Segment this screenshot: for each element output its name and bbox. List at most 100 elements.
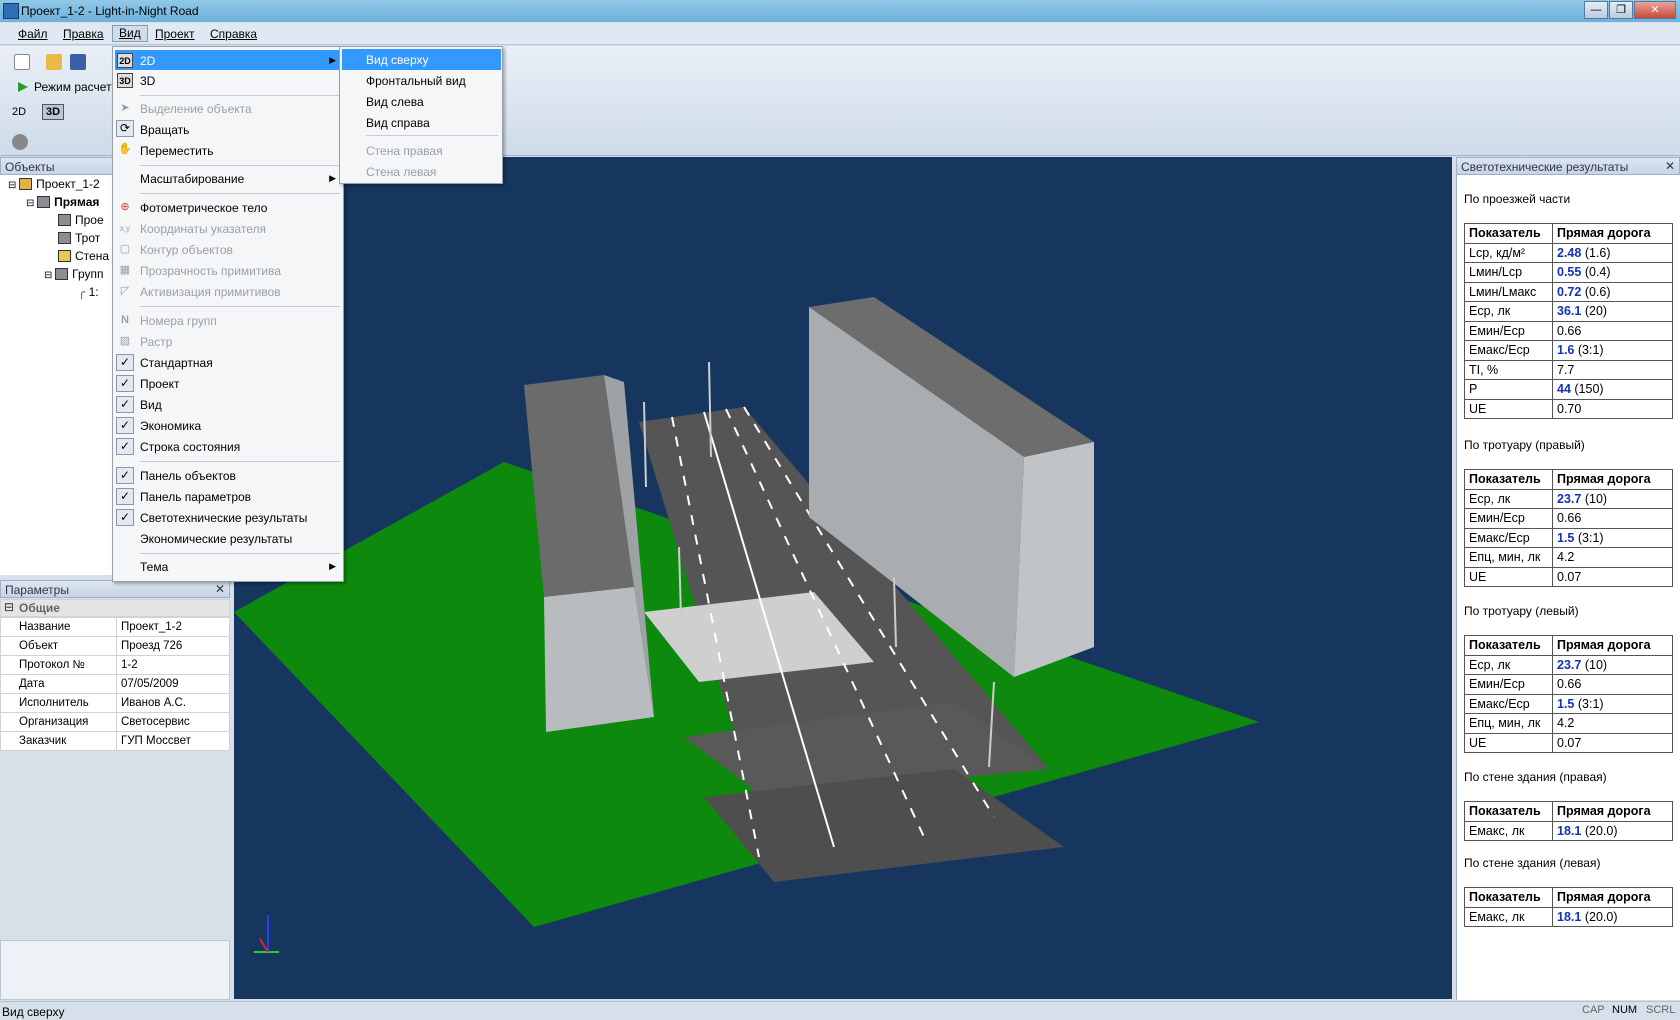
menu-item-theme[interactable]: Тема	[140, 560, 168, 574]
menu-project[interactable]: Проект	[155, 27, 195, 41]
menu-item-select-object: Выделение объекта	[140, 102, 252, 116]
maximize-button[interactable]: ❐	[1609, 1, 1633, 19]
lamp-icon[interactable]	[12, 134, 28, 150]
results-panel-header: Светотехнические результаты ✕	[1456, 157, 1680, 175]
submenu-item-front-view[interactable]: Фронтальный вид	[366, 74, 466, 88]
photometric-icon: ⊕	[120, 201, 130, 213]
submenu-item-right-view[interactable]: Вид справа	[366, 116, 430, 130]
menu-view[interactable]: Вид	[112, 25, 148, 42]
check-icon: ✓	[116, 467, 134, 484]
close-button[interactable]: ✕	[1634, 1, 1676, 19]
table-row: Lмин/Lср 0.55 (0.4)	[1464, 262, 1673, 283]
menu-item-transparency: Прозрачность примитива	[140, 264, 281, 278]
tree-item-group[interactable]: ⊟ Групп	[44, 267, 104, 281]
wall-icon	[58, 250, 71, 262]
table-row: UE 0.07	[1464, 732, 1673, 753]
menu-item-economics[interactable]: Экономика	[140, 419, 201, 433]
submenu-item-wall-left: Стена левая	[366, 165, 437, 179]
minimize-button[interactable]: —	[1584, 1, 1608, 19]
menu-separator	[140, 553, 340, 554]
table-header-row: Показатель Прямая дорога	[1464, 887, 1673, 908]
num-indicator: NUM	[1612, 1004, 1638, 1016]
window-title: Проект_1-2 - Light-in-Night Road	[21, 4, 199, 18]
params-close-icon[interactable]: ✕	[215, 582, 225, 596]
save-icon[interactable]	[70, 54, 86, 70]
tree-item-lamp[interactable]: ╭ 1:	[78, 285, 99, 299]
submenu-arrow-icon: ▶	[329, 55, 336, 65]
menu-item-objects-panel[interactable]: Панель объектов	[140, 469, 236, 483]
menu-item-rotate[interactable]: Вращать	[140, 123, 189, 137]
calc-mode-button[interactable]: Режим расчет	[34, 80, 112, 94]
check-icon: ✓	[116, 396, 134, 413]
section-title: По тротуару (левый)	[1464, 604, 1579, 618]
submenu-item-left-view[interactable]: Вид слева	[366, 95, 424, 109]
menu-item-2d[interactable]: 2D	[140, 54, 155, 68]
params-row: Объект Проезд 726	[0, 636, 230, 656]
hand-icon: ✋	[118, 143, 132, 155]
table-row: Lмин/Lмакс 0.72 (0.6)	[1464, 281, 1673, 302]
table-row: Lср, кд/м² 2.48 (1.6)	[1464, 242, 1673, 263]
submenu-item-wall-right: Стена правая	[366, 144, 443, 158]
check-icon: ✓	[116, 417, 134, 434]
table-header-row: Показатель Прямая дорога	[1464, 801, 1673, 822]
table-row: P 44 (150)	[1464, 379, 1673, 400]
menu-item-lighting-results[interactable]: Светотехнические результаты	[140, 511, 307, 525]
tree-item-wall[interactable]: Стена	[58, 249, 109, 263]
coords-icon: x,y	[119, 224, 131, 233]
table-row: Eмакс/Eср 1.6 (3:1)	[1464, 340, 1673, 361]
menu-item-activate: Активизация примитивов	[140, 285, 281, 299]
3d-viewport[interactable]	[234, 157, 1452, 999]
view-2d-button[interactable]: 2D	[12, 106, 26, 118]
table-row: Eср, лк 23.7 (10)	[1464, 488, 1673, 509]
menu-file[interactable]: Файл	[18, 27, 48, 41]
table-row: Eср, лк 36.1 (20)	[1464, 301, 1673, 322]
view-menu-dropdown: 2D 2D ▶ 3D 3D ➤ Выделение объекта ⟳ Вращ…	[112, 46, 344, 582]
menu-item-move[interactable]: Переместить	[140, 144, 214, 158]
check-icon: ✓	[116, 488, 134, 505]
table-row: UE 0.70	[1464, 398, 1673, 419]
table-header-row: Показатель Прямая дорога	[1464, 223, 1673, 244]
view-3d-button[interactable]: 3D	[42, 104, 65, 120]
raster-icon: ▨	[119, 335, 131, 347]
params-row: Протокол № 1-2	[0, 655, 230, 675]
tree-item-road[interactable]: ⊟ Прямая	[26, 195, 99, 209]
results-table-wall-right: Показатель Прямая дорога Eмакс, лк 18.1 (2…	[1464, 801, 1673, 841]
open-folder-icon[interactable]	[46, 54, 62, 70]
tree-item-project[interactable]: ⊟ Проект_1-2	[8, 177, 100, 191]
new-file-icon[interactable]	[14, 54, 30, 70]
results-close-icon[interactable]: ✕	[1665, 159, 1675, 173]
menu-item-params-panel[interactable]: Панель параметров	[140, 490, 251, 504]
results-table-road: Показатель Прямая дорога Lср, кд/м² 2.48 (…	[1464, 223, 1673, 419]
menu-item-statusbar[interactable]: Строка состояния	[140, 440, 240, 454]
submenu-item-top-view[interactable]: Вид сверху	[366, 53, 429, 67]
params-panel: Общие НазваниеПроект_1-2 ОбъектПроезд 72…	[0, 599, 230, 751]
menu-item-view[interactable]: Вид	[140, 398, 162, 412]
table-row: Eмакс/Eср 1.5 (3:1)	[1464, 693, 1673, 714]
3d-icon: 3D	[117, 73, 133, 88]
menu-item-economic-results[interactable]: Экономические результаты	[140, 532, 292, 546]
menu-item-standard[interactable]: Стандартная	[140, 356, 213, 370]
menu-item-photometric[interactable]: Фотометрическое тело	[140, 201, 267, 215]
status-bar: Вид сверху CAP NUM SCRL	[0, 1001, 1680, 1020]
rotate-icon: ⟳	[116, 120, 134, 137]
menu-edit[interactable]: Правка	[63, 27, 104, 41]
params-row: Дата 07/05/2009	[0, 674, 230, 694]
table-row: Eмин/Eср 0.66	[1464, 508, 1673, 529]
table-row: TI, % 7.7	[1464, 359, 1673, 380]
section-title: По тротуару (правый)	[1464, 438, 1585, 452]
params-table: Название Проект_1-2 Объект Проезд 726 Прот…	[0, 617, 230, 751]
submenu-arrow-icon: ▶	[329, 173, 336, 183]
params-group-header[interactable]: Общие	[0, 599, 230, 617]
menu-item-3d[interactable]: 3D	[140, 74, 155, 88]
table-row: Eмакс, лк 18.1 (20.0)	[1464, 906, 1673, 927]
menu-separator	[140, 165, 340, 166]
menu-item-project[interactable]: Проект	[140, 377, 180, 391]
tree-item-carriageway[interactable]: Прое	[58, 213, 104, 227]
menu-separator	[140, 306, 340, 307]
menu-item-zoom[interactable]: Масштабирование	[140, 172, 244, 186]
menu-item-contour: Контур объектов	[140, 243, 233, 257]
results-table-wall-left: Показатель Прямая дорога Eмакс, лк 18.1 (2…	[1464, 887, 1673, 927]
app-icon	[3, 3, 19, 19]
menu-help[interactable]: Справка	[210, 27, 257, 41]
tree-item-sidewalk[interactable]: Трот	[58, 231, 100, 245]
